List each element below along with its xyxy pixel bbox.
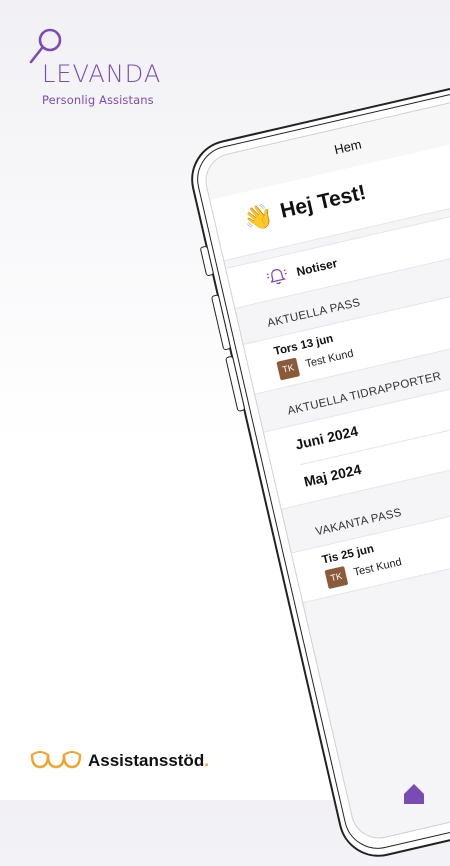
time-reports-list: Juni 2024 Maj 2024 (263, 365, 450, 510)
brand-name: Assistansstöd. (88, 751, 209, 771)
customer-name: Test Kund (352, 556, 403, 579)
customer-avatar: TK (276, 357, 301, 381)
waving-hand-icon: 👋 (240, 201, 277, 235)
phone-mockup: Hem 👋 Hej Test! Notiser AKTUELLA PASS To… (183, 76, 450, 865)
logo-tagline: Personlig Assistans (42, 93, 154, 107)
brand-name-text: Assistansstöd (88, 751, 205, 770)
customer-name: Test Kund (304, 347, 355, 371)
notices-label: Notiser (295, 255, 339, 279)
bell-icon (266, 268, 287, 285)
home-tab-icon[interactable] (400, 780, 428, 804)
vacant-shift-item[interactable]: Tis 25 jun TK Test Kund (291, 486, 450, 604)
logo-wordmark: LEVANDA (42, 60, 162, 88)
time-report-item[interactable]: Juni 2024 (294, 423, 360, 453)
assistansstod-logo-icon (30, 751, 82, 769)
levanda-logo: LEVANDA Personlig Assistans (26, 26, 166, 116)
greeting-text: Hej Test! (278, 180, 369, 223)
customer-avatar: TK (324, 566, 349, 590)
time-report-item[interactable]: Maj 2024 (302, 461, 362, 490)
brand-dot: . (204, 751, 209, 770)
